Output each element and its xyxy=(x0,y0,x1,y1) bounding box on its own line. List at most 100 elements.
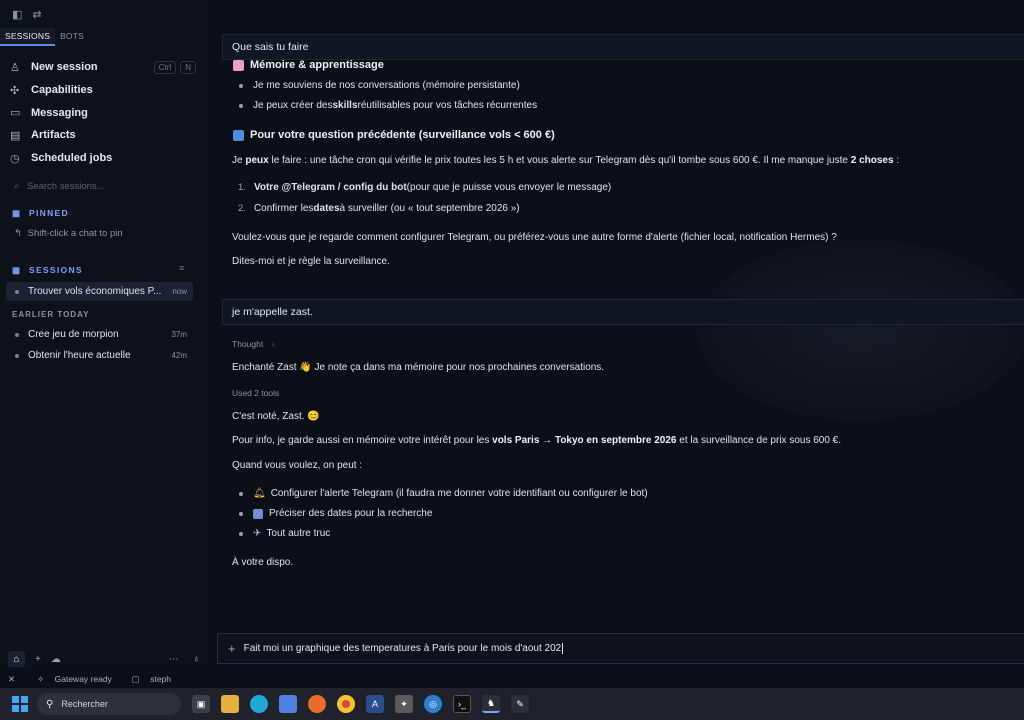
tab-bots[interactable]: BOTS xyxy=(55,28,89,46)
brain-icon xyxy=(233,59,244,71)
sidebar-toolbar: ◧ ⇄ xyxy=(12,8,42,21)
plus-icon[interactable]: + xyxy=(35,654,41,665)
pinned-hint: ↰ Shift-click a chat to pin xyxy=(14,228,123,239)
mic-icon[interactable]: ♁ xyxy=(193,654,201,665)
sidebar-item-label: Scheduled jobs xyxy=(31,152,113,165)
gateway-status: ✧ Gateway ready xyxy=(37,674,112,684)
assistant-reply: Enchanté Zast 👋 Je note ça dans ma mémoi… xyxy=(232,362,605,373)
session-item[interactable]: Cree jeu de morpion 37m xyxy=(6,325,193,344)
new-session-label: New session xyxy=(31,61,98,74)
app-icon[interactable]: ✎ xyxy=(511,695,529,713)
store-icon[interactable] xyxy=(279,695,297,713)
taskbar-search[interactable]: ⚲ Rechercher xyxy=(37,693,181,715)
edge-icon[interactable] xyxy=(250,695,268,713)
terminal-icon[interactable]: ›_ xyxy=(453,695,471,713)
session-dot xyxy=(15,332,19,337)
grid-icon: ▦ xyxy=(12,208,22,218)
windows-start-icon[interactable] xyxy=(12,696,28,712)
session-dot xyxy=(15,289,19,294)
bullet-dot xyxy=(239,83,243,88)
puzzle-icon: ✣ xyxy=(10,84,20,97)
bullet-dot xyxy=(239,531,243,536)
numbered-item: 2. Confirmer les dates à surveiller (ou … xyxy=(238,203,520,214)
assistant-reply: À votre dispo. xyxy=(232,557,294,568)
numbered-item: 1. Votre @Telegram / config du bot (pour… xyxy=(238,182,612,193)
section-heading-question: Pour votre question précédente (surveill… xyxy=(233,129,555,141)
sidebar-item-label: Capabilities xyxy=(31,84,93,97)
chevron-right-icon: › xyxy=(271,339,275,349)
assistant-reply: Pour info, je garde aussi en mémoire vot… xyxy=(232,435,842,446)
bell-icon: 🔔︎ xyxy=(253,488,266,499)
chat-bubble-icon: ▭ xyxy=(10,107,21,120)
message-paragraph: Voulez-vous que je regarde comment confi… xyxy=(232,232,837,243)
file-explorer-icon[interactable] xyxy=(221,695,239,713)
sidebar-item-label: Artifacts xyxy=(31,129,76,142)
new-session-button[interactable]: ♙ New session Ctrl N xyxy=(10,56,196,79)
grid-icon: ▦ xyxy=(12,265,22,275)
bullet-dot xyxy=(239,491,243,496)
bullet-dot xyxy=(239,511,243,516)
shortcut-n: N xyxy=(180,60,196,74)
clock-icon: ◷ xyxy=(10,152,20,165)
sessions-header: ▦ SESSIONS xyxy=(12,265,83,275)
list-item: 🔔︎ Configurer l'alerte Telegram (il faud… xyxy=(239,488,648,499)
list-item: ✈ Tout autre truc xyxy=(239,528,330,539)
gateway-icon: ✧ xyxy=(37,674,45,684)
search-icon: ⌕ xyxy=(14,181,20,192)
user-message: Que sais tu faire xyxy=(222,34,1024,60)
task-view-icon[interactable]: ▣ xyxy=(192,695,210,713)
folder-icon: ▢ xyxy=(131,674,140,684)
taskbar-search-input[interactable]: Rechercher xyxy=(61,699,108,709)
app-circle-icon[interactable]: ◎ xyxy=(424,695,442,713)
session-item-current[interactable]: Trouver vols économiques P... now xyxy=(6,282,193,301)
list-item: Préciser des dates pour la recherche xyxy=(239,508,432,519)
sidebar-item-scheduled-jobs[interactable]: ◷ Scheduled jobs xyxy=(10,147,196,170)
home-icon[interactable]: ⌂ xyxy=(8,651,25,667)
pin-arrow-icon: ↰ xyxy=(14,228,22,239)
message-paragraph: Je peux le faire : une tâche cron qui vé… xyxy=(232,155,900,166)
cloud-icon[interactable]: ☁ xyxy=(51,654,61,665)
chrome-icon[interactable] xyxy=(337,695,355,713)
sidebar-item-capabilities[interactable]: ✣ Capabilities xyxy=(10,79,196,102)
session-title: Cree jeu de morpion xyxy=(28,329,119,340)
filter-icon[interactable]: ≡ xyxy=(179,263,184,273)
swap-icon[interactable]: ⇄ xyxy=(32,8,41,21)
message-composer[interactable]: + Fait moi un graphique des temperatures… xyxy=(217,633,1024,664)
tools-icon: ✕ xyxy=(8,674,16,684)
app-icon[interactable]: ✦ xyxy=(395,695,413,713)
document-icon: ▤ xyxy=(10,129,21,142)
tools-used-toggle[interactable]: Used 2 tools xyxy=(232,388,279,398)
session-title: Obtenir l'heure actuelle xyxy=(28,350,131,361)
search-icon: ⚲ xyxy=(46,698,54,710)
firefox-icon[interactable] xyxy=(308,695,326,713)
thought-toggle[interactable]: Thought › xyxy=(232,339,274,349)
sidebar: ◧ ⇄ SESSIONS BOTS ♙ New session Ctrl N ✣… xyxy=(0,0,207,669)
toggle-sidebar-icon[interactable]: ◧ xyxy=(12,8,22,21)
app-a-icon[interactable]: A xyxy=(366,695,384,713)
session-age: 37m xyxy=(171,330,187,339)
hermes-app-icon[interactable]: ♞ xyxy=(482,695,500,713)
user-message: je m'appelle zast. xyxy=(222,299,1024,325)
pinned-header: ▦ PINNED xyxy=(12,208,69,218)
user-status: ▢ steph xyxy=(131,674,171,684)
session-age: now xyxy=(172,287,187,296)
plus-icon[interactable]: + xyxy=(228,641,236,656)
session-dot xyxy=(15,353,19,358)
sidebar-item-artifacts[interactable]: ▤ Artifacts xyxy=(10,124,196,147)
more-icon[interactable]: ⋯ xyxy=(169,654,179,665)
session-item[interactable]: Obtenir l'heure actuelle 42m xyxy=(6,346,193,365)
message-paragraph: Dites-moi et je règle la surveillance. xyxy=(232,256,390,267)
status-bar: ✕ ✧ Gateway ready ▢ steph xyxy=(0,671,1024,688)
bullet-dot xyxy=(239,103,243,108)
text-caret xyxy=(562,643,564,654)
earlier-today-header: EARLIER TODAY xyxy=(12,310,90,319)
search-input[interactable]: Search sessions... xyxy=(27,181,105,192)
session-search[interactable]: ⌕ Search sessions... xyxy=(14,181,105,192)
composer-input[interactable]: Fait moi un graphique des temperatures à… xyxy=(244,643,562,654)
tab-sessions[interactable]: SESSIONS xyxy=(0,28,56,46)
sidebar-item-messaging[interactable]: ▭ Messaging xyxy=(10,101,196,124)
sidebar-item-label: Messaging xyxy=(31,106,88,119)
background-glow xyxy=(697,240,1024,420)
shortcut-ctrl: Ctrl xyxy=(153,60,177,74)
assistant-reply: C'est noté, Zast. 😊 xyxy=(232,411,320,422)
